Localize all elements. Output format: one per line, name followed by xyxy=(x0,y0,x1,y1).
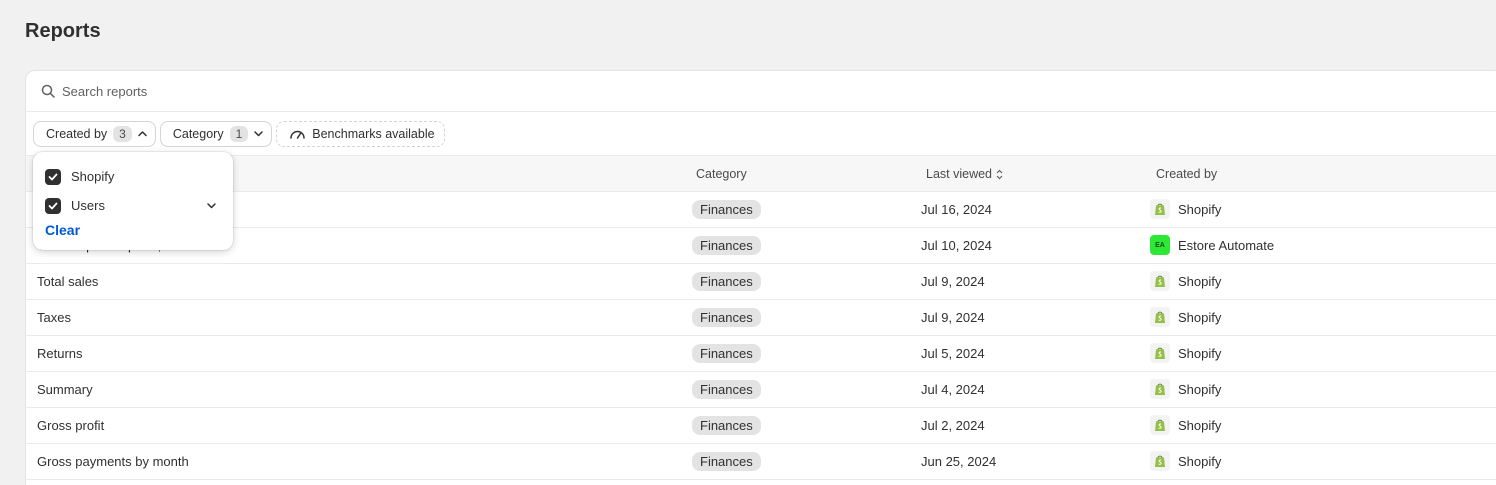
creator-name: Shopify xyxy=(1178,381,1222,397)
category-badge: Finances xyxy=(692,452,761,471)
checkbox-shopify[interactable] xyxy=(45,168,61,185)
benchmarks-label: Benchmarks available xyxy=(312,126,435,141)
last-viewed-date: Jul 9, 2024 xyxy=(921,274,985,289)
option-shopify[interactable]: Shopify xyxy=(45,162,221,191)
category-filter-label: Category xyxy=(172,126,224,141)
checkbox-users[interactable] xyxy=(45,197,61,214)
filter-bar: Created by 3 Category 1 Benchmarks avail… xyxy=(26,112,1496,155)
table-row[interactable]: Taxes report - Apr 28, 2024FinancesJul 1… xyxy=(26,228,1496,264)
gauge-icon xyxy=(289,127,306,141)
option-label: Users xyxy=(71,198,105,213)
last-viewed-date: Jun 25, 2024 xyxy=(921,454,997,469)
creator-name: Shopify xyxy=(1178,417,1222,433)
sort-icon xyxy=(995,169,1004,180)
creator: Shopify xyxy=(1150,415,1221,435)
category-badge: Finances xyxy=(692,308,761,327)
shopify-icon xyxy=(1150,307,1170,327)
category-badge: Finances xyxy=(692,236,761,255)
category-count: 1 xyxy=(229,125,249,142)
chevron-up-icon xyxy=(137,128,148,139)
creator: Shopify xyxy=(1150,343,1221,363)
table-row[interactable]: Total sales Finances Jul 9, 2024 Shopify xyxy=(26,264,1496,300)
table-row[interactable]: Gross payments by month Finances Jun 25, 2… xyxy=(26,444,1496,480)
shopify-icon xyxy=(1150,451,1170,471)
chevron-down-icon[interactable] xyxy=(206,200,217,211)
last-viewed-date: Jul 16, 2024 xyxy=(921,202,992,217)
last-viewed-date: Jul 10, 2024 xyxy=(921,238,992,253)
column-header-last-viewed-label: Last viewed xyxy=(926,167,993,181)
creator: Shopify xyxy=(1150,199,1221,219)
report-name[interactable]: Gross payments by month xyxy=(37,454,189,469)
last-viewed-date: Jul 5, 2024 xyxy=(921,346,985,361)
column-header-created-by: Created by xyxy=(1156,167,1218,181)
page-title: Reports xyxy=(25,20,101,42)
category-badge: Finances xyxy=(692,344,761,363)
creator: Shopify xyxy=(1150,379,1221,399)
category-filter[interactable]: Category 1 xyxy=(159,120,273,147)
category-badge: Finances xyxy=(692,380,761,399)
table-body: Finances Jul 16, 2024 Shopify Taxes report … xyxy=(26,192,1496,480)
creator: EA Estore Automate xyxy=(1150,235,1274,255)
column-header-last-viewed[interactable]: Last viewed xyxy=(926,167,1004,181)
creator-name: Shopify xyxy=(1178,345,1222,361)
option-label: Shopify xyxy=(71,169,115,184)
clear-link[interactable]: Clear xyxy=(45,222,80,238)
creator: Shopify xyxy=(1150,271,1221,291)
creator: Shopify xyxy=(1150,451,1221,471)
column-header-category: Category xyxy=(696,167,747,181)
shopify-icon xyxy=(1150,415,1170,435)
table-row[interactable]: Finances Jul 16, 2024 Shopify xyxy=(26,192,1496,228)
report-name[interactable]: Taxes xyxy=(37,310,71,325)
created-by-filter[interactable]: Created by 3 xyxy=(33,120,156,147)
category-badge: Finances xyxy=(692,272,761,291)
table-row[interactable]: Taxes Finances Jul 9, 2024 Shopify xyxy=(26,300,1496,336)
created-by-count: 3 xyxy=(113,125,132,142)
report-name[interactable]: Gross profit xyxy=(37,418,104,433)
estore-automate-logo: EA xyxy=(1150,235,1170,255)
category-badge: Finances xyxy=(692,416,761,435)
search-icon xyxy=(41,84,55,98)
created-by-filter-label: Created by xyxy=(46,126,108,141)
table-row[interactable]: Returns Finances Jul 5, 2024 Shopify xyxy=(26,336,1496,372)
search-input[interactable] xyxy=(62,83,662,99)
last-viewed-date: Jul 4, 2024 xyxy=(921,382,985,397)
creator-name: Estore Automate xyxy=(1178,237,1275,253)
last-viewed-date: Jul 2, 2024 xyxy=(921,418,985,433)
search-bar[interactable] xyxy=(26,71,1496,112)
table-row[interactable]: Gross profit Finances Jul 2, 2024 Shopify xyxy=(26,408,1496,444)
table-row[interactable]: Summary Finances Jul 4, 2024 Shopify xyxy=(26,372,1496,408)
benchmarks-filter[interactable]: Benchmarks available xyxy=(276,120,445,147)
chevron-down-icon xyxy=(253,128,264,139)
reports-card: Created by 3 Category 1 Benchmarks avail… xyxy=(25,70,1496,485)
creator-name: Shopify xyxy=(1178,273,1222,289)
last-viewed-date: Jul 9, 2024 xyxy=(921,310,985,325)
creator-name: Shopify xyxy=(1178,201,1222,217)
category-badge: Finances xyxy=(692,200,761,219)
option-users[interactable]: Users xyxy=(45,191,221,220)
shopify-icon xyxy=(1150,271,1170,291)
creator-name: Shopify xyxy=(1178,453,1222,469)
created-by-popover: Shopify Users Clear xyxy=(33,152,233,250)
shopify-icon xyxy=(1150,379,1170,399)
creator-name: Shopify xyxy=(1178,309,1222,325)
table-header: Category Last viewed Created by xyxy=(26,155,1496,192)
report-name[interactable]: Returns xyxy=(37,346,83,361)
creator: Shopify xyxy=(1150,307,1221,327)
shopify-icon xyxy=(1150,343,1170,363)
report-name[interactable]: Total sales xyxy=(37,274,98,289)
shopify-icon xyxy=(1150,199,1170,219)
report-name[interactable]: Summary xyxy=(37,382,93,397)
